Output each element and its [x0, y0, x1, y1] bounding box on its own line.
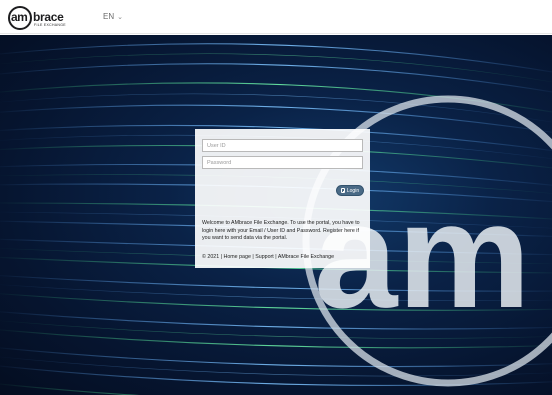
login-button-label: Login: [346, 187, 360, 194]
password-input[interactable]: [202, 156, 363, 169]
language-label: EN: [103, 12, 115, 21]
copyright-text: © 2021: [202, 254, 220, 260]
top-navigation-bar: am brace FILE EXCHANGE EN ⌄: [0, 0, 552, 34]
login-button[interactable]: Login: [336, 185, 364, 196]
logo-text-brace: brace: [33, 10, 64, 24]
welcome-text: Welcome to AMbrace File Exchange. To use…: [202, 220, 360, 242]
login-footer: © 2021 | Home page | Support | AMbrace F…: [202, 254, 367, 260]
user-id-input[interactable]: [202, 139, 363, 152]
logo-subtitle: FILE EXCHANGE: [34, 23, 66, 27]
ambrace-logo[interactable]: am brace FILE EXCHANGE: [8, 6, 70, 30]
hero-background: am Login Welcome to AMbrace File Exchang…: [0, 35, 552, 395]
language-selector[interactable]: EN ⌄: [103, 12, 123, 21]
logo-text-am: am: [11, 10, 28, 24]
login-panel: Login Welcome to AMbrace File Exchange. …: [195, 129, 370, 268]
home-page-link[interactable]: Home page: [224, 254, 251, 260]
chevron-down-icon: ⌄: [117, 13, 123, 21]
login-icon: [340, 188, 345, 193]
ambrace-file-exchange-link[interactable]: AMbrace File Exchange: [278, 254, 334, 260]
support-link[interactable]: Support: [255, 254, 274, 260]
